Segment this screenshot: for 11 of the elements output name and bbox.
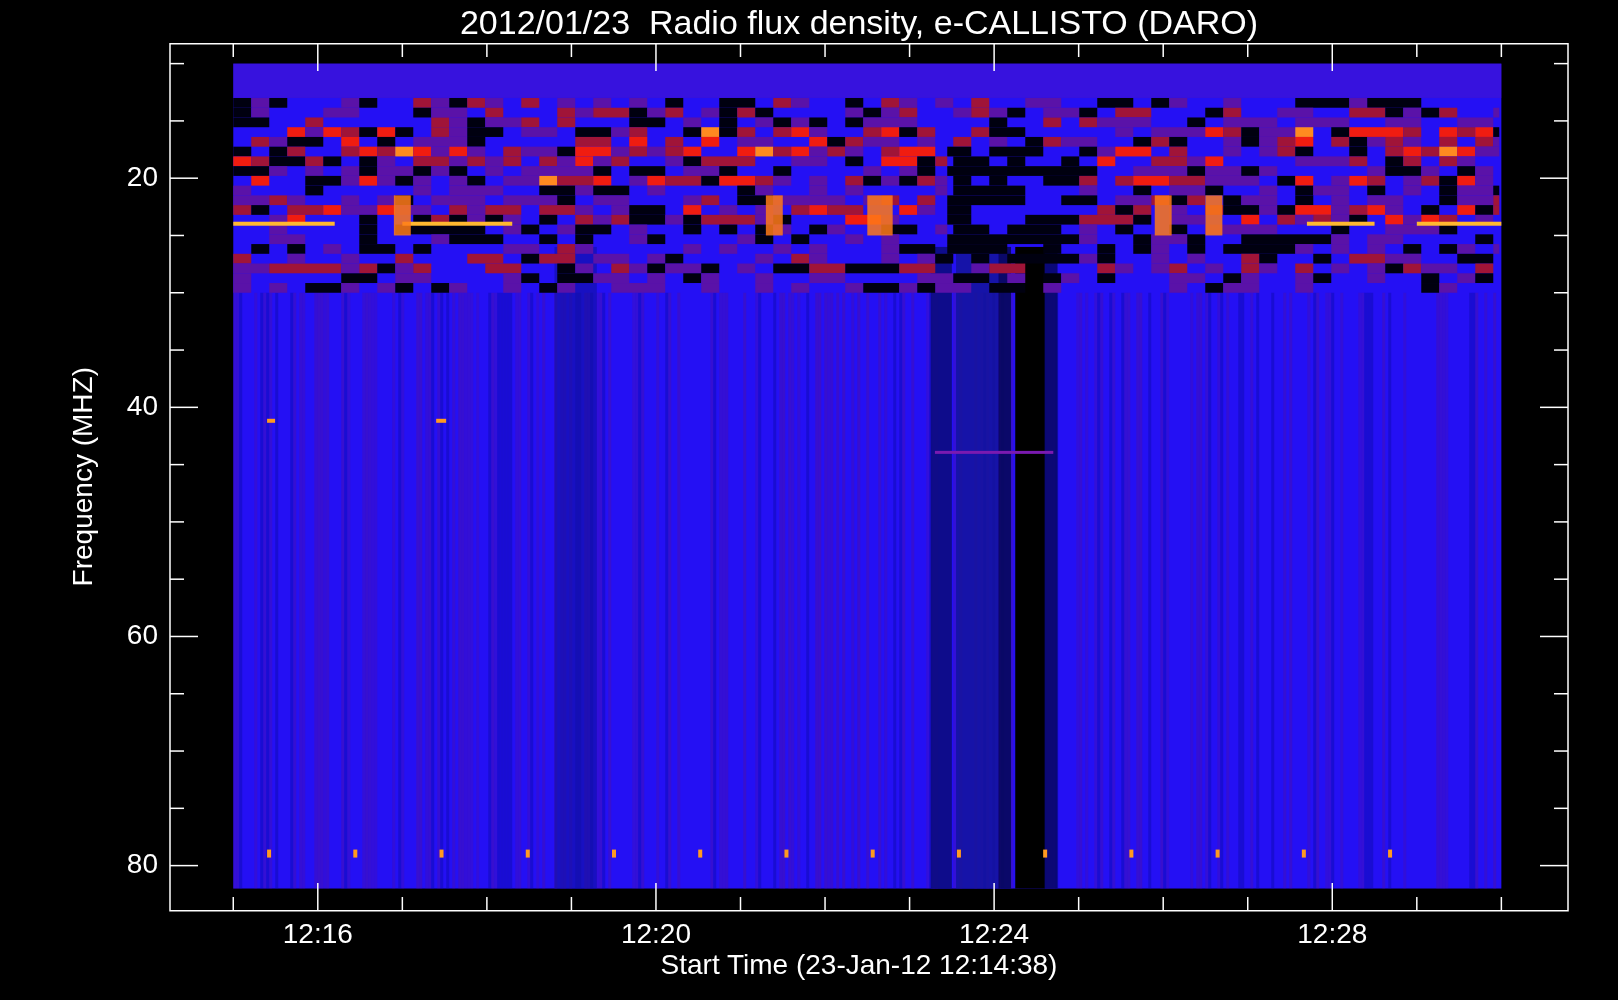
x-axis-label: Start Time (23-Jan-12 12:14:38) <box>660 949 1058 981</box>
y-tick-label: 20 <box>126 160 158 192</box>
x-tick-label: 12:28 <box>1297 918 1368 948</box>
y-tick-label: 80 <box>126 848 158 879</box>
y-tick-label: 40 <box>126 389 158 421</box>
x-tick-label: 12:24 <box>959 918 1030 948</box>
y-axis-label: Frequency (MHZ) <box>66 367 99 587</box>
y-tick-label: 60 <box>126 618 158 650</box>
x-tick-label: 12:20 <box>620 918 691 948</box>
x-tick-label: 12:16 <box>282 918 353 948</box>
chart-title: 2012/01/23 Radio flux density, e-CALLISTO (DARO) <box>459 2 1259 41</box>
